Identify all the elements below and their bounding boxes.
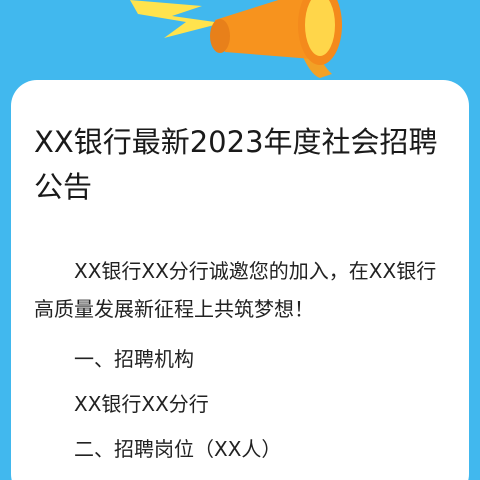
section1-body: XX银行XX分行: [74, 392, 209, 416]
megaphone-icon: [130, 0, 342, 78]
page-title: XX银行最新2023年度社会招聘公告: [34, 125, 438, 204]
section2-heading: 二、招聘岗位（XX人）: [74, 437, 282, 461]
lightning-icon: [130, 0, 222, 38]
section1-heading: 一、招聘机构: [74, 347, 194, 371]
intro-paragraph: XX银行XX分行诚邀您的加入，在XX银行高质量发展新征程上共筑梦想！: [34, 259, 437, 321]
